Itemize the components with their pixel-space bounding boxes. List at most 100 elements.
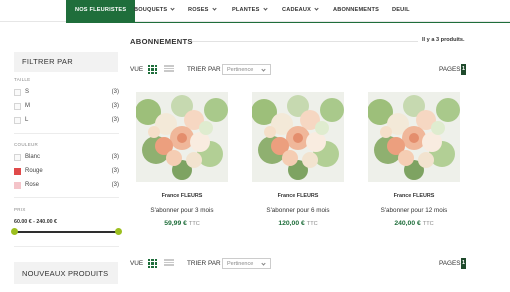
- nav-item-plantes[interactable]: PLANTES: [232, 0, 268, 22]
- grid-view-icon[interactable]: [148, 259, 158, 268]
- price-section-label: PRIX: [14, 207, 26, 212]
- checkbox[interactable]: [14, 117, 21, 124]
- product-price: 240,00 € TTC: [368, 220, 460, 227]
- nav-label: DEUIL: [392, 7, 410, 13]
- color-swatch-rouge[interactable]: [14, 168, 21, 175]
- product-toolbar-top: VUE TRIER PAR Pertinence PAGES 1: [130, 64, 470, 76]
- nav-item-abonnements[interactable]: ABONNEMENTS: [333, 0, 379, 22]
- nav-label: CADEAUX: [282, 7, 312, 13]
- sort-label: TRIER PAR: [187, 66, 221, 73]
- divider: [14, 133, 119, 134]
- product-card[interactable]: France FLEURS S'abonner pour 3 mois 59,9…: [136, 92, 228, 232]
- bouquet-image[interactable]: [252, 92, 344, 182]
- sort-select-value: Pertinence: [227, 67, 254, 73]
- filter-count: (3): [111, 89, 119, 95]
- price-value: 240,00 €: [394, 220, 421, 227]
- pages-label: PAGES: [439, 66, 461, 73]
- product-toolbar-bottom: VUE TRIER PAR Pertinence PAGES 1: [130, 258, 470, 270]
- color-swatch-rose[interactable]: [14, 182, 21, 189]
- filter-color-blanc[interactable]: Blanc (3): [14, 153, 119, 162]
- view-label: VUE: [130, 66, 144, 73]
- checkbox[interactable]: [14, 103, 21, 110]
- price-slider-min-handle[interactable]: [11, 228, 18, 235]
- filter-header: FILTRER PAR: [14, 52, 118, 72]
- filter-title: FILTRER PAR: [22, 57, 73, 66]
- page-number-current[interactable]: 1: [461, 258, 466, 269]
- top-navigation: NOS FLEURISTES BOUQUETS ROSES PLANTES CA…: [0, 0, 510, 22]
- nav-item-deuil[interactable]: DEUIL: [392, 0, 410, 22]
- divider: [14, 197, 119, 198]
- new-products-header: NOUVEAUX PRODUITS: [14, 262, 118, 284]
- price-tax: TTC: [188, 221, 200, 227]
- filter-label: S: [25, 89, 30, 95]
- grid-view-icon[interactable]: [148, 65, 158, 74]
- nav-divider: [66, 22, 510, 23]
- nav-item-nos-fleuristes[interactable]: NOS FLEURISTES: [66, 0, 136, 22]
- divider: [14, 246, 119, 247]
- nav-label: NOS FLEURISTES: [75, 7, 127, 13]
- price-value: 120,00 €: [278, 220, 305, 227]
- price-slider-track[interactable]: [15, 231, 119, 233]
- size-section-label: TAILLE: [14, 77, 31, 82]
- page-number-current[interactable]: 1: [461, 64, 466, 75]
- filter-label: Rose: [25, 182, 40, 188]
- product-brand: France FLEURS: [277, 193, 319, 199]
- list-view-icon[interactable]: [164, 65, 174, 74]
- nav-label: PLANTES: [232, 7, 260, 13]
- filter-color-rouge[interactable]: Rouge (3): [14, 167, 119, 176]
- filter-count: (3): [111, 182, 119, 188]
- bouquet-image[interactable]: [136, 92, 228, 182]
- nav-item-bouquets[interactable]: BOUQUETS: [134, 0, 175, 22]
- price-slider-max-handle[interactable]: [115, 228, 122, 235]
- chevron-down-icon: [314, 6, 319, 11]
- chevron-down-icon: [211, 6, 217, 11]
- chevron-down-icon: [262, 6, 268, 11]
- bouquet-image[interactable]: [368, 92, 460, 182]
- view-label: VUE: [130, 260, 144, 267]
- filter-count: (3): [111, 154, 119, 160]
- filter-count: (3): [111, 103, 119, 109]
- filter-label: Blanc: [25, 154, 41, 160]
- nav-label: ABONNEMENTS: [333, 7, 380, 13]
- pages-label: PAGES: [439, 260, 461, 267]
- product-name[interactable]: S'abonner pour 3 mois: [136, 207, 228, 214]
- title-divider: [192, 41, 418, 42]
- chevron-down-icon: [170, 6, 175, 11]
- product-name[interactable]: S'abonner pour 6 mois: [252, 207, 344, 214]
- filter-size-m[interactable]: M (3): [14, 102, 119, 111]
- product-name[interactable]: S'abonner pour 12 mois: [368, 207, 460, 214]
- color-swatch-blanc[interactable]: [14, 154, 21, 161]
- product-card[interactable]: France FLEURS S'abonner pour 12 mois 240…: [368, 92, 460, 232]
- filter-count: (3): [111, 117, 119, 123]
- price-range-value: 60.00 € - 240.00 €: [14, 219, 57, 225]
- product-price: 120,00 € TTC: [252, 220, 344, 227]
- filter-label: Rouge: [25, 168, 43, 174]
- checkbox[interactable]: [14, 89, 21, 96]
- filter-size-l[interactable]: L (3): [14, 116, 119, 125]
- product-brand: France FLEURS: [393, 193, 435, 199]
- chevron-down-icon: [261, 67, 266, 72]
- nav-item-roses[interactable]: ROSES: [188, 0, 217, 22]
- product-card[interactable]: France FLEURS S'abonner pour 6 mois 120,…: [252, 92, 344, 232]
- filter-count: (3): [111, 168, 119, 174]
- filter-label: M: [25, 103, 30, 109]
- price-tax: TTC: [306, 221, 318, 227]
- nav-item-cadeaux[interactable]: CADEAUX: [282, 0, 319, 22]
- sort-select-value: Pertinence: [227, 261, 254, 267]
- filter-color-rose[interactable]: Rose (3): [14, 181, 119, 190]
- sort-select[interactable]: Pertinence: [222, 64, 271, 75]
- page-title: ABONNEMENTS: [130, 37, 193, 46]
- color-section-label: COULEUR: [14, 142, 39, 147]
- sort-select[interactable]: Pertinence: [222, 258, 271, 269]
- filter-size-s[interactable]: S (3): [14, 88, 119, 97]
- chevron-down-icon: [261, 261, 266, 266]
- new-products-title: NOUVEAUX PRODUITS: [22, 269, 109, 278]
- product-price: 59,99 € TTC: [136, 220, 228, 227]
- nav-label: ROSES: [188, 7, 209, 13]
- price-value: 59,99 €: [164, 220, 187, 227]
- product-brand: France FLEURS: [161, 193, 203, 199]
- sort-label: TRIER PAR: [187, 260, 221, 267]
- product-count: Il y a 3 produits.: [422, 37, 465, 43]
- list-view-icon[interactable]: [164, 259, 174, 268]
- price-tax: TTC: [422, 221, 434, 227]
